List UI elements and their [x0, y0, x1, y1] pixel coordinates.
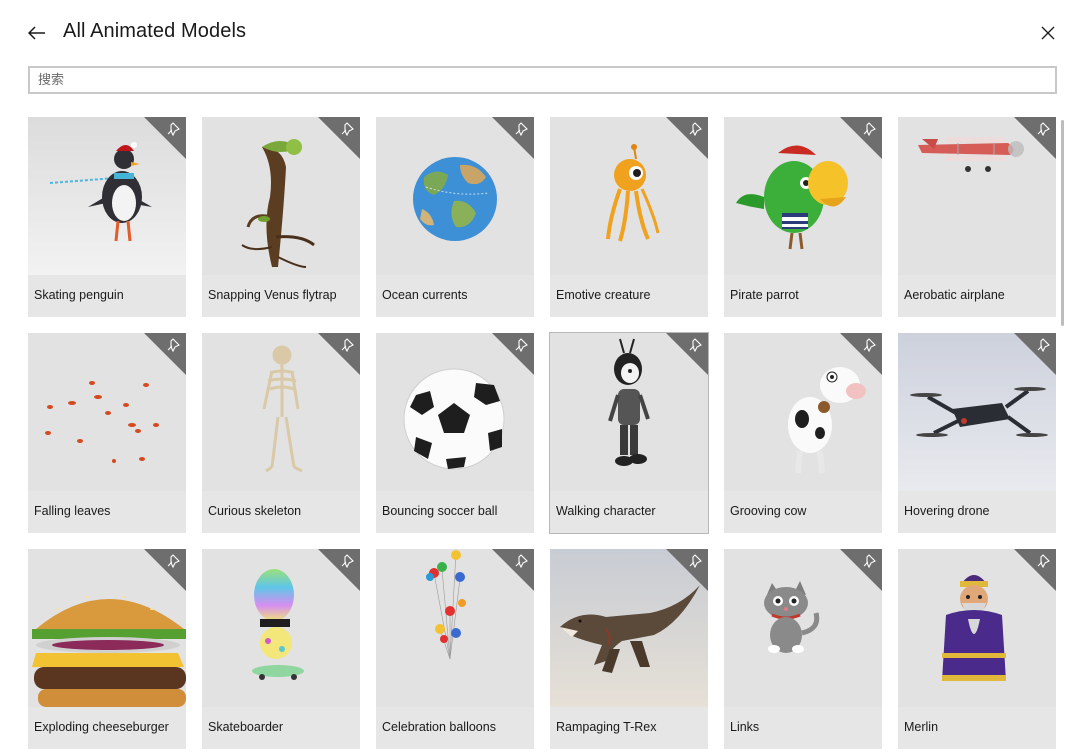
animation-icon — [1037, 554, 1050, 568]
animation-icon — [167, 338, 180, 352]
model-card-bouncing-soccer-ball[interactable]: Bouncing soccer ball — [376, 333, 534, 533]
animation-badge — [318, 117, 360, 159]
model-label: Skating penguin — [34, 288, 124, 302]
animation-icon — [863, 338, 876, 352]
vertical-scrollbar[interactable] — [1061, 120, 1064, 326]
animation-badge — [144, 117, 186, 159]
animation-badge — [144, 549, 186, 591]
search-input[interactable] — [30, 68, 1055, 92]
model-card-celebration-balloons[interactable]: Celebration balloons — [376, 549, 534, 749]
model-card-skating-penguin[interactable]: Skating penguin — [28, 117, 186, 317]
animation-badge — [144, 333, 186, 375]
back-arrow-icon — [28, 26, 45, 40]
model-card-venus-flytrap[interactable]: Snapping Venus flytrap — [202, 117, 360, 317]
animation-icon — [515, 338, 528, 352]
model-label: Merlin — [904, 720, 939, 734]
model-card-walking-character[interactable]: Walking character — [549, 332, 709, 534]
animation-icon — [689, 338, 702, 352]
animation-icon — [1037, 122, 1050, 136]
model-card-curious-skeleton[interactable]: Curious skeleton — [202, 333, 360, 533]
animation-icon — [689, 122, 702, 136]
animation-icon — [341, 338, 354, 352]
animation-icon — [515, 554, 528, 568]
model-label: Exploding cheeseburger — [34, 720, 169, 734]
close-button[interactable] — [1033, 18, 1063, 48]
model-card-merlin[interactable]: Merlin — [898, 549, 1056, 749]
model-card-skateboarder[interactable]: Skateboarder — [202, 549, 360, 749]
animation-badge — [666, 549, 708, 591]
animation-icon — [863, 554, 876, 568]
header: All Animated Models — [0, 0, 1080, 66]
animation-badge — [492, 117, 534, 159]
model-card-emotive-creature[interactable]: Emotive creature — [550, 117, 708, 317]
model-label: Snapping Venus flytrap — [208, 288, 337, 302]
animation-icon — [689, 554, 702, 568]
model-label: Pirate parrot — [730, 288, 799, 302]
model-label: Aerobatic airplane — [904, 288, 1005, 302]
animation-badge — [840, 117, 882, 159]
animation-icon — [515, 122, 528, 136]
animation-icon — [1037, 338, 1050, 352]
animation-badge — [666, 117, 708, 159]
animation-badge — [1014, 549, 1056, 591]
animation-badge — [840, 333, 882, 375]
model-label: Hovering drone — [904, 504, 990, 518]
model-label: Ocean currents — [382, 288, 468, 302]
model-label: Grooving cow — [730, 504, 807, 518]
animation-icon — [341, 122, 354, 136]
model-label: Falling leaves — [34, 504, 111, 518]
animation-badge — [318, 333, 360, 375]
model-label: Curious skeleton — [208, 504, 302, 518]
animation-badge — [492, 549, 534, 591]
animation-badge — [1014, 333, 1056, 375]
animation-icon — [167, 122, 180, 136]
model-card-exploding-cheeseburger[interactable]: Exploding cheeseburger — [28, 549, 186, 749]
model-card-aerobatic-airplane[interactable]: Aerobatic airplane — [898, 117, 1056, 317]
animation-icon — [341, 554, 354, 568]
model-card-grooving-cow[interactable]: Grooving cow — [724, 333, 882, 533]
model-label: Rampaging T-Rex — [556, 720, 657, 734]
model-label: Bouncing soccer ball — [382, 504, 498, 518]
animation-badge — [318, 549, 360, 591]
model-card-links[interactable]: Links — [724, 549, 882, 749]
animation-icon — [167, 554, 180, 568]
model-card-ocean-currents[interactable]: Ocean currents — [376, 117, 534, 317]
model-label: Links — [730, 720, 760, 734]
model-label: Emotive creature — [556, 288, 651, 302]
model-card-pirate-parrot[interactable]: Pirate parrot — [724, 117, 882, 317]
animation-badge — [1014, 117, 1056, 159]
animation-icon — [863, 122, 876, 136]
model-label: Celebration balloons — [382, 720, 496, 734]
search-box — [28, 66, 1057, 94]
model-card-hovering-drone[interactable]: Hovering drone — [898, 333, 1056, 533]
animation-badge — [666, 333, 708, 375]
page-title: All Animated Models — [63, 20, 247, 42]
animation-badge — [492, 333, 534, 375]
model-card-falling-leaves[interactable]: Falling leaves — [28, 333, 186, 533]
model-card-rampaging-t-rex[interactable]: Rampaging T-Rex — [550, 549, 708, 749]
model-label: Walking character — [556, 504, 656, 518]
back-button[interactable] — [22, 18, 52, 48]
animation-badge — [840, 549, 882, 591]
close-icon — [1041, 26, 1055, 40]
model-label: Skateboarder — [208, 720, 284, 734]
